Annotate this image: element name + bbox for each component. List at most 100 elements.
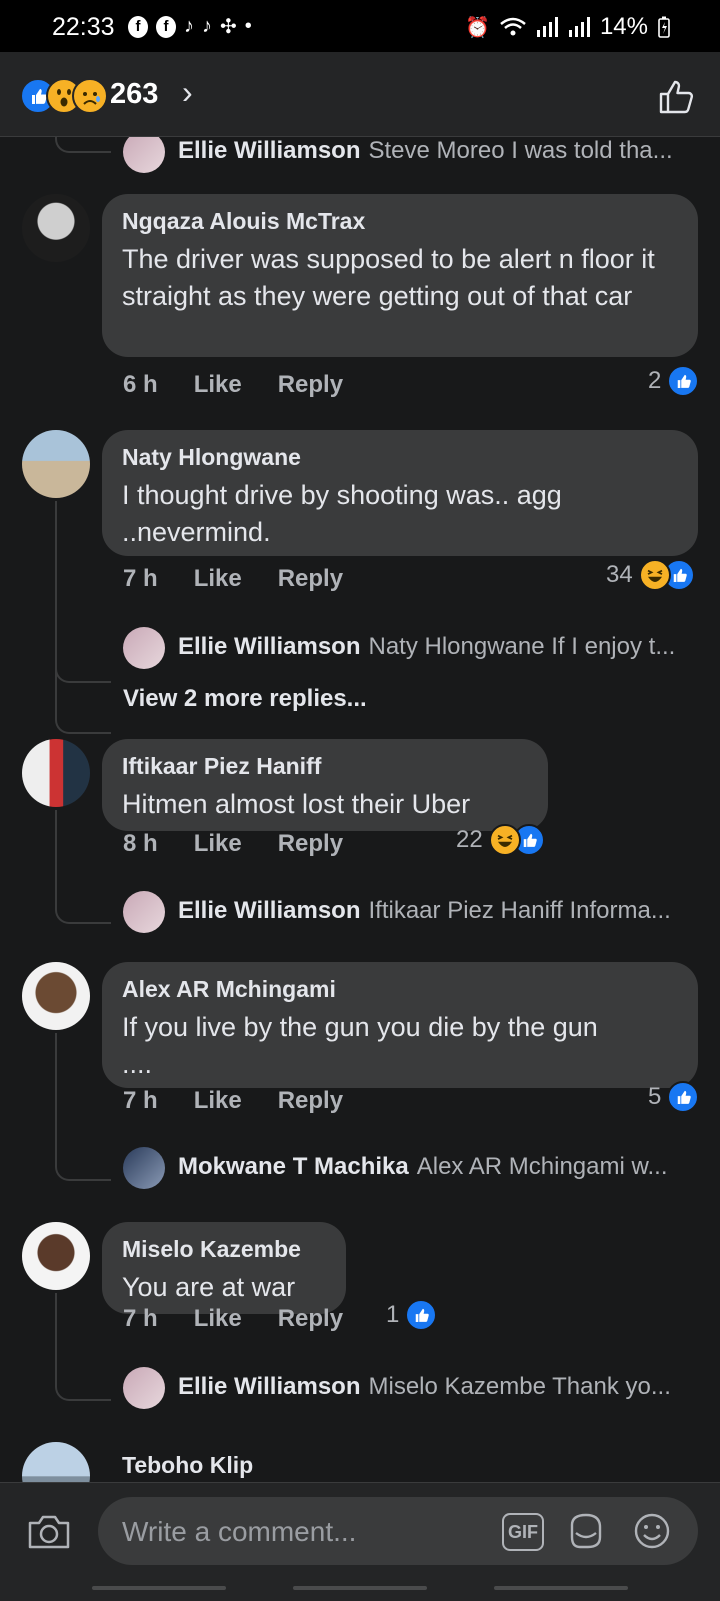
nav-pill [92,1586,226,1590]
comment-text: I thought drive by shooting was.. agg ..… [122,480,562,547]
reply-button[interactable]: Reply [278,565,343,593]
view-more-replies-link[interactable]: View 2 more replies... [123,685,367,713]
comment-time: 7 h [123,1305,158,1332]
comment-author[interactable]: Ngqaza Alouis McTrax [122,208,678,235]
comment-time: 7 h [123,1087,158,1114]
avatar[interactable] [123,891,165,933]
comments-feed[interactable]: Ellie Williamson Steve Moreo I was told t… [0,137,720,1482]
comment-bubble[interactable]: Alex AR Mchingami If you live by the gun… [102,962,698,1088]
reactions-header[interactable]: 263 › [0,52,720,137]
avatar[interactable] [22,962,90,1030]
comment-actions: 7 h Like Reply [123,1305,343,1333]
facebook-icon: f [128,15,148,38]
comment-text: You are at war [122,1272,296,1302]
comment-bubble[interactable]: Teboho Klip [102,1442,346,1482]
nav-pill [293,1586,427,1590]
wifi-icon [500,17,526,36]
battery-icon [658,16,670,38]
system-nav-bar [0,1582,720,1600]
like-button[interactable]: Like [194,1087,242,1115]
avatar[interactable] [22,194,90,262]
comment-reactions[interactable]: 1 [386,1299,438,1331]
haha-reaction-icon [638,559,671,591]
thumbs-up-outline-icon[interactable] [658,78,696,114]
notification-icons: f f ♪ ♪ ✣ • [128,14,252,39]
comment-reactions[interactable]: 5 [648,1081,700,1113]
avatar[interactable] [123,1367,165,1409]
reply-preview[interactable]: Mokwane T Machika Alex AR Mchingami w... [178,1153,698,1181]
like-button[interactable]: Like [194,565,242,593]
comment-author[interactable]: Iftikaar Piez Haniff [122,753,528,780]
avatar[interactable] [22,739,90,807]
alarm-icon: ⏰ [465,16,490,39]
comment-actions: 7 h Like Reply [123,1087,343,1115]
sticker-icon[interactable] [566,1511,606,1551]
system-icons: ⏰ 14% [465,13,670,41]
tiktok-icon: ♪ [202,15,212,37]
comment-reactions[interactable]: 22 [456,824,545,856]
comment-bubble[interactable]: Miselo Kazembe You are at war [102,1222,346,1314]
chevron-right-icon[interactable]: › [182,74,193,111]
reply-preview[interactable]: Ellie Williamson Iftikaar Piez Haniff Inf… [178,897,698,925]
comment-actions: 6 h Like Reply [123,371,343,399]
battery-percent: 14% [599,13,648,40]
comment-text: Hitmen almost lost their Uber [122,789,471,819]
signal-icon [568,17,590,37]
nav-pill [494,1586,628,1590]
thread-connector [55,1293,111,1401]
signal-icon [536,17,558,37]
like-button[interactable]: Like [194,1305,242,1333]
reply-preview[interactable]: Ellie Williamson Steve Moreo I was told t… [178,137,698,165]
avatar[interactable] [22,1442,90,1482]
gif-icon[interactable]: GIF [502,1513,544,1551]
comment-author[interactable]: Miselo Kazembe [122,1236,326,1263]
comment-bubble[interactable]: Naty Hlongwane I thought drive by shooti… [102,430,698,556]
haha-reaction-icon [488,824,521,856]
like-reaction-icon [405,1299,438,1331]
comment-author[interactable]: Alex AR Mchingami [122,976,678,1003]
reply-button[interactable]: Reply [278,371,343,399]
reply-button[interactable]: Reply [278,1087,343,1115]
avatar[interactable] [123,627,165,669]
comment-bubble[interactable]: Iftikaar Piez Haniff Hitmen almost lost … [102,739,548,831]
comment-input-wrapper[interactable]: GIF [98,1497,698,1567]
comment-input[interactable] [120,1497,484,1567]
emoji-icon[interactable] [632,1511,672,1551]
status-bar: 22:33 f f ♪ ♪ ✣ • ⏰ 14% [0,0,720,52]
comment-author[interactable]: Naty Hlongwane [122,444,678,471]
avatar[interactable] [22,430,90,498]
reaction-count[interactable]: 263 [110,78,158,111]
like-button[interactable]: Like [194,371,242,399]
like-reaction-icon [667,1081,700,1113]
more-dot-icon: • [244,15,252,37]
reply-button[interactable]: Reply [278,1305,343,1333]
avatar[interactable] [123,1147,165,1189]
comment-reactions[interactable]: 2 [648,365,700,397]
tiktok-icon: ♪ [184,15,194,37]
avatar[interactable] [123,137,165,173]
like-reaction-icon [667,365,700,397]
comment-text: The driver was supposed to be alert n fl… [122,244,655,311]
thread-connector [55,810,111,924]
facebook-icon: f [156,15,176,38]
comment-time: 8 h [123,830,158,857]
like-button[interactable]: Like [194,830,242,858]
pinwheel-icon: ✣ [220,16,237,38]
avatar[interactable] [22,1222,90,1290]
comment-actions: 8 h Like Reply [123,830,343,858]
status-time: 22:33 [52,13,115,41]
comment-bubble[interactable]: Ngqaza Alouis McTrax The driver was supp… [102,194,698,357]
comment-actions: 7 h Like Reply [123,565,343,593]
comment-author[interactable]: Teboho Klip [122,1452,326,1479]
comment-reactions[interactable]: 34 [606,559,695,591]
reply-button[interactable]: Reply [278,830,343,858]
reply-preview[interactable]: Ellie Williamson Miselo Kazembe Thank yo.… [178,1373,698,1401]
comment-time: 7 h [123,565,158,592]
reply-preview[interactable]: Ellie Williamson Naty Hlongwane If I enjo… [178,633,698,661]
comment-time: 6 h [123,371,158,398]
thread-connector [55,137,111,153]
comment-text: If you live by the gun you die by the gu… [122,1012,598,1079]
sad-reaction-icon [72,78,108,114]
camera-icon[interactable] [26,1513,72,1551]
reaction-summary-icons [20,78,108,114]
